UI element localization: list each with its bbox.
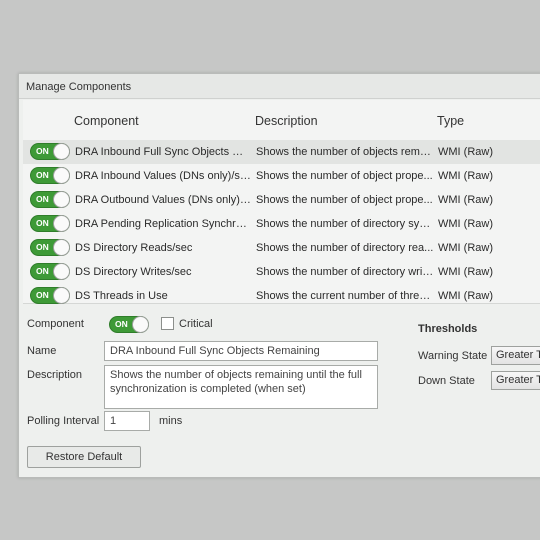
row-type: WMI (Raw) — [438, 146, 493, 158]
window-title: Manage Components — [19, 74, 540, 99]
row-description: Shows the number of directory rea... — [256, 242, 434, 254]
table-header: Component Description Type — [23, 100, 540, 140]
row-type: WMI (Raw) — [438, 170, 493, 182]
toggle-knob — [132, 316, 149, 333]
table-row[interactable]: ON DS Directory Reads/sec Shows the numb… — [23, 236, 540, 260]
column-header-type[interactable]: Type — [437, 114, 464, 128]
toggle-knob — [53, 143, 70, 160]
row-component: DRA Inbound Full Sync Objects Re... — [75, 146, 251, 158]
component-enabled-toggle[interactable]: ON — [109, 316, 149, 333]
component-toggle[interactable]: ON — [30, 239, 70, 256]
name-label: Name — [27, 345, 57, 357]
table-row[interactable]: ON DRA Outbound Values (DNs only)/... Sh… — [23, 188, 540, 212]
name-field[interactable]: DRA Inbound Full Sync Objects Remaining — [104, 341, 378, 361]
critical-checkbox[interactable] — [161, 317, 174, 330]
component-toggle[interactable]: ON — [30, 167, 70, 184]
toggle-label: ON — [115, 319, 128, 329]
component-toggle[interactable]: ON — [30, 215, 70, 232]
component-toggle[interactable]: ON — [30, 263, 70, 280]
table-row[interactable]: ON DS Directory Writes/sec Shows the num… — [23, 260, 540, 284]
row-description: Shows the number of object prope... — [256, 170, 433, 182]
critical-label: Critical — [179, 318, 213, 330]
warning-state-select[interactable]: Greater Th — [491, 346, 540, 365]
row-type: WMI (Raw) — [438, 290, 493, 302]
row-description: Shows the number of directory writ... — [256, 266, 434, 278]
table-row[interactable]: ON DRA Pending Replication Synchron... S… — [23, 212, 540, 236]
toggle-label: ON — [36, 218, 49, 228]
toggle-label: ON — [36, 194, 49, 204]
row-component: DS Directory Reads/sec — [75, 242, 193, 254]
row-description: Shows the number of object prope... — [256, 194, 433, 206]
toggle-label: ON — [36, 290, 49, 300]
row-description: Shows the number of directory syn... — [256, 218, 434, 230]
toggle-knob — [53, 239, 70, 256]
warning-state-label: Warning State — [418, 350, 488, 362]
toggle-label: ON — [36, 266, 49, 276]
polling-unit-label: mins — [159, 415, 183, 427]
toggle-knob — [53, 215, 70, 232]
row-component: DS Threads in Use — [75, 290, 168, 302]
polling-interval-input[interactable]: 1 — [104, 411, 150, 431]
polling-interval-label: Polling Interval — [27, 415, 100, 427]
row-component: DS Directory Writes/sec — [75, 266, 192, 278]
manage-components-window: Manage Components Component Description … — [18, 73, 540, 478]
table-row[interactable]: ON DRA Inbound Values (DNs only)/sec Sho… — [23, 164, 540, 188]
row-type: WMI (Raw) — [438, 218, 493, 230]
row-component: DRA Inbound Values (DNs only)/sec — [75, 170, 251, 182]
table-row[interactable]: ON DRA Inbound Full Sync Objects Re... S… — [23, 140, 540, 164]
row-type: WMI (Raw) — [438, 242, 493, 254]
restore-default-button[interactable]: Restore Default — [27, 446, 141, 468]
components-table: Component Description Type ON DRA Inboun… — [23, 100, 540, 304]
toggle-knob — [53, 287, 70, 304]
row-type: WMI (Raw) — [438, 194, 493, 206]
toggle-label: ON — [36, 146, 49, 156]
description-field[interactable]: Shows the number of objects remaining un… — [104, 365, 378, 409]
toggle-knob — [53, 167, 70, 184]
toggle-knob — [53, 263, 70, 280]
column-header-description[interactable]: Description — [255, 114, 318, 128]
row-description: Shows the number of objects rema... — [256, 146, 434, 158]
thresholds-title: Thresholds — [418, 323, 478, 335]
component-label: Component — [27, 318, 84, 330]
component-toggle[interactable]: ON — [30, 191, 70, 208]
row-component: DRA Pending Replication Synchron... — [75, 218, 251, 230]
component-details: Component ON Critical Name DRA Inbound F… — [19, 305, 540, 477]
toggle-label: ON — [36, 170, 49, 180]
toggle-label: ON — [36, 242, 49, 252]
down-state-label: Down State — [418, 375, 475, 387]
row-component: DRA Outbound Values (DNs only)/... — [75, 194, 251, 206]
column-header-component[interactable]: Component — [74, 114, 139, 128]
description-label: Description — [27, 369, 83, 381]
component-toggle[interactable]: ON — [30, 143, 70, 160]
component-toggle[interactable]: ON — [30, 287, 70, 304]
row-description: Shows the current number of threa... — [256, 290, 434, 302]
row-type: WMI (Raw) — [438, 266, 493, 278]
down-state-select[interactable]: Greater Th — [491, 371, 540, 390]
toggle-knob — [53, 191, 70, 208]
